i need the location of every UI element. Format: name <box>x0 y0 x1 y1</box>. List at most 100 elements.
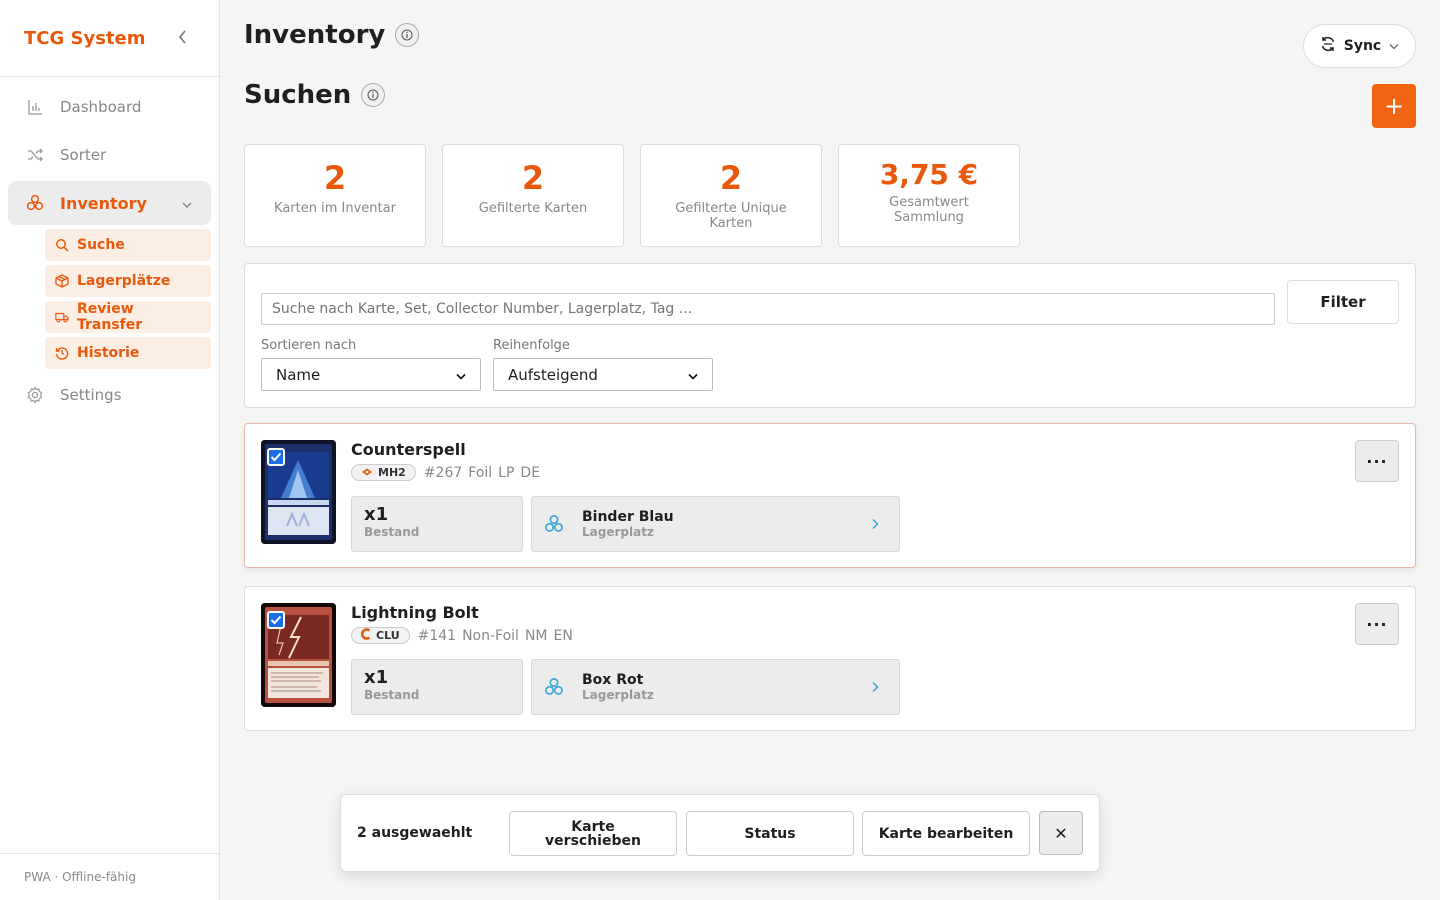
sidebar-item-label: Inventory <box>60 193 147 213</box>
location-link[interactable]: Box Rot Lagerplatz <box>531 659 900 715</box>
stat-label: Gefilterte Unique Karten <box>675 201 787 231</box>
sync-icon <box>1320 36 1336 56</box>
info-icon[interactable] <box>395 23 420 47</box>
collector-number: #267 <box>423 464 463 481</box>
order-label: Reihenfolge <box>493 338 570 353</box>
sort-label: Sortieren nach <box>261 338 357 353</box>
page-title: Inventory <box>244 20 386 50</box>
quantity-label: Bestand <box>364 688 420 702</box>
selected-count: 2 ausgewaehlt <box>357 825 473 841</box>
location-label: Lagerplatz <box>582 525 654 539</box>
info-icon[interactable] <box>361 83 386 107</box>
truck-icon <box>55 310 69 324</box>
sort-value: Name <box>276 365 321 384</box>
card-select-checkbox[interactable] <box>267 611 285 629</box>
sidebar-subitem-label: Suche <box>77 237 125 253</box>
card-meta: CLU #141 Non-Foil NM EN <box>351 627 573 644</box>
chevron-down-icon <box>181 194 193 213</box>
set-code: MH2 <box>378 466 406 479</box>
main-content: Inventory Suchen Sync + 2 Karten im Inve… <box>244 0 1416 900</box>
quantity-value: x1 <box>364 504 389 525</box>
stat-card: 2 Gefilterte Unique Karten <box>640 144 822 247</box>
section-title: Suchen <box>244 80 352 110</box>
sidebar-item-label: Sorter <box>60 146 107 164</box>
boxes-icon <box>26 194 44 212</box>
sidebar-item-inventory[interactable]: Inventory <box>8 181 211 225</box>
sort-select[interactable]: Name <box>261 358 481 391</box>
sidebar-item-label: Settings <box>60 386 122 404</box>
stat-value: 2 <box>323 159 347 197</box>
sync-button[interactable]: Sync <box>1303 24 1416 68</box>
shuffle-icon <box>26 146 44 164</box>
package-icon <box>55 274 69 288</box>
set-badge: MH2 <box>351 464 416 481</box>
sidebar-item-label: Dashboard <box>60 98 142 116</box>
sidebar-subitem-label: Lagerplätze <box>77 273 171 289</box>
sidebar-subitem-historie[interactable]: Historie <box>45 337 211 369</box>
search-input[interactable] <box>261 293 1275 325</box>
status-button[interactable]: Status <box>686 811 854 856</box>
sidebar-header: TCG System <box>0 0 219 77</box>
add-card-button[interactable]: + <box>1372 84 1416 128</box>
set-badge: CLU <box>351 627 410 644</box>
page-title-row: Inventory <box>244 20 420 50</box>
section-title-row: Suchen <box>244 80 386 110</box>
sidebar-subitem-suche[interactable]: Suche <box>45 229 211 261</box>
card-select-checkbox[interactable] <box>267 448 285 466</box>
stat-label: Gesamtwert Sammlung <box>889 195 969 225</box>
quantity-box: x1 Bestand <box>351 659 523 715</box>
card-row[interactable]: Lightning Bolt CLU #141 Non-Foil NM EN x… <box>244 586 1416 731</box>
finish: Foil <box>468 464 493 481</box>
location-label: Lagerplatz <box>582 688 654 702</box>
gear-icon <box>26 386 44 404</box>
stat-card: 2 Gefilterte Karten <box>442 144 624 247</box>
condition: LP <box>498 464 515 481</box>
sidebar-item-dashboard[interactable]: Dashboard <box>8 85 211 129</box>
sync-label: Sync <box>1343 38 1382 54</box>
set-symbol-icon <box>360 628 371 643</box>
more-actions-button[interactable]: ··· <box>1355 603 1399 645</box>
card-name[interactable]: Counterspell <box>351 440 466 459</box>
chevron-right-icon <box>871 678 879 697</box>
card-meta: MH2 #267 Foil LP DE <box>351 464 540 481</box>
sidebar-footer: PWA · Offline-fähig <box>0 853 220 900</box>
stats-row: 2 Karten im Inventar 2 Gefilterte Karten… <box>244 144 1020 247</box>
close-selection-button[interactable]: ✕ <box>1039 811 1083 855</box>
location-link[interactable]: Binder Blau Lagerplatz <box>531 496 900 552</box>
bar-chart-icon <box>26 98 44 116</box>
card-image[interactable] <box>261 440 336 544</box>
stat-value: 2 <box>521 159 545 197</box>
stat-card: 2 Karten im Inventar <box>244 144 426 247</box>
chevron-left-icon[interactable] <box>171 29 195 48</box>
card-image[interactable] <box>261 603 336 707</box>
location-name: Binder Blau <box>582 509 674 525</box>
quantity-label: Bestand <box>364 525 420 539</box>
language: DE <box>520 464 541 481</box>
move-card-button[interactable]: Karte verschieben <box>509 811 677 856</box>
condition: NM <box>524 627 548 644</box>
edit-card-button[interactable]: Karte bearbeiten <box>862 811 1030 856</box>
stat-label: Karten im Inventar <box>274 201 396 216</box>
card-name[interactable]: Lightning Bolt <box>351 603 479 622</box>
finish: Non-Foil <box>462 627 519 644</box>
sidebar-subitem-review-transfer[interactable]: Review Transfer <box>45 301 211 333</box>
quantity-value: x1 <box>364 667 389 688</box>
sidebar-item-sorter[interactable]: Sorter <box>8 133 211 177</box>
chevron-down-icon <box>1389 38 1399 54</box>
card-row[interactable]: Counterspell MH2 #267 Foil LP DE x1 Best… <box>244 423 1416 568</box>
sidebar-item-settings[interactable]: Settings <box>8 373 211 417</box>
more-actions-button[interactable]: ··· <box>1355 440 1399 482</box>
chevron-down-icon <box>456 366 466 384</box>
boxes-icon <box>544 677 564 697</box>
set-symbol-icon <box>361 466 373 479</box>
sidebar-subitem-lagerplaetze[interactable]: Lagerplätze <box>45 265 211 297</box>
close-icon: ✕ <box>1054 823 1068 843</box>
sidebar-subitem-label: Historie <box>77 345 140 361</box>
history-icon <box>55 346 69 360</box>
search-icon <box>55 238 69 252</box>
stat-card: 3,75 € Gesamtwert Sammlung <box>838 144 1020 247</box>
bulk-action-bar: 2 ausgewaehlt Karte verschieben Status K… <box>340 794 1100 872</box>
filter-button[interactable]: Filter <box>1287 280 1399 324</box>
stat-value: 3,75 € <box>879 158 979 191</box>
order-select[interactable]: Aufsteigend <box>493 358 713 391</box>
